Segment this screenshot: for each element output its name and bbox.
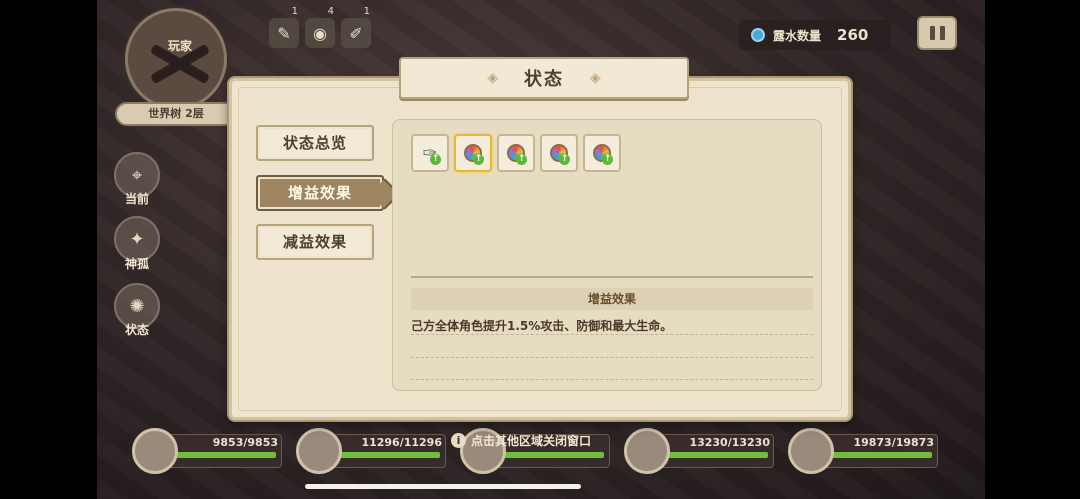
buff-icon-row: ✑ ↑ ↑ ↑ ↑ ↑ [411,134,621,172]
party-member[interactable]: 9853/9853 [132,428,284,476]
top-item-bar: ✎ 1 ◉ 4 ✐ 1 [269,6,371,48]
divider [411,357,813,358]
avatar [132,428,178,474]
minimap[interactable]: 玩家 [125,8,227,110]
avatar [296,428,342,474]
map-location-label: 世界树 2层 [115,102,237,126]
info-icon: i [451,432,466,448]
hp-text: 9853/9853 [212,436,278,449]
decor-diamond-icon: ◈ [487,70,498,86]
dew-counter: 露水数量 260 [739,20,891,50]
buff-slot[interactable]: ↑ [583,134,621,172]
divider [411,379,813,380]
close-hint-text: 点击其他区域关闭窗口 [471,433,592,448]
feather-icon[interactable]: ✎ 1 [269,6,299,48]
arrow-up-icon: ↑ [516,154,527,165]
dew-label: 露水数量 [773,28,822,43]
hp-bar [668,452,768,458]
dew-value: 260 [837,26,869,44]
item-count: 1 [291,6,298,17]
description-heading: 增益效果 [411,288,813,310]
party-member[interactable]: 11296/11296 [296,428,448,476]
hp-bar [176,452,276,458]
arrow-up-icon: ↑ [473,154,484,165]
divider [411,334,813,335]
minimap-player-label: 玩家 [167,39,192,53]
pause-icon [929,26,935,40]
hp-bar [340,452,440,458]
modal-title: 状态 [524,69,564,90]
arrow-up-icon: ↑ [559,154,570,165]
side-button-label-god: 神孤 [124,257,149,271]
buff-slot[interactable]: ↑ [497,134,535,172]
tab-overview[interactable]: 状态总览 [256,125,374,161]
party-member[interactable]: 19873/19873 [788,428,940,476]
avatar [624,428,670,474]
pause-icon [939,26,945,40]
item-count: 4 [327,6,334,17]
tab-buffs[interactable]: 增益效果 [256,175,384,211]
game-screen: 玩家 世界树 2层 ⌖ 当前 ✦ 神孤 ✺ 状态 ✎ 1 ◉ 4 ✐ 1 露水数量 2… [97,0,985,499]
tab-debuffs[interactable]: 减益效果 [256,224,374,260]
buff-slot[interactable]: ↑ [454,134,492,172]
orb-icon[interactable]: ◉ 4 [305,6,335,48]
hp-text: 11296/11296 [361,436,442,449]
pause-button[interactable] [917,16,957,50]
divider [411,276,813,278]
arrow-up-icon: ↑ [602,154,613,165]
buff-slot[interactable]: ↑ [540,134,578,172]
side-button-label-current: 当前 [124,192,149,206]
dew-drop-icon [751,28,765,42]
item-count: 1 [363,6,370,17]
close-hint: i 点击其他区域关闭窗口 [451,430,591,450]
hp-bar [504,452,604,458]
buff-slot[interactable]: ✑ ↑ [411,134,449,172]
party-member[interactable]: 13230/13230 [624,428,776,476]
description-text: 己方全体角色提升1.5%攻击、防御和最大生命。 [411,319,673,333]
arrow-up-icon: ↑ [430,154,441,165]
hp-text: 19873/19873 [853,436,934,449]
hp-text: 13230/13230 [689,436,770,449]
hp-bar [832,452,932,458]
modal-title-banner: ◈ 状态 ◈ [399,57,689,99]
home-indicator[interactable] [305,484,581,489]
status-modal: ◈ 状态 ◈ 状态总览 增益效果 减益效果 ✑ ↑ ↑ ↑ ↑ ↑ 增益效果 己方… [229,57,851,420]
buff-content-panel: ✑ ↑ ↑ ↑ ↑ ↑ 增益效果 己方全体角色提升1.5%攻击、防御和最大生命。 [392,119,822,391]
side-button-label-status: 状态 [124,323,149,337]
avatar [788,428,834,474]
decor-diamond-icon: ◈ [590,70,601,86]
wing-icon[interactable]: ✐ 1 [341,6,371,48]
